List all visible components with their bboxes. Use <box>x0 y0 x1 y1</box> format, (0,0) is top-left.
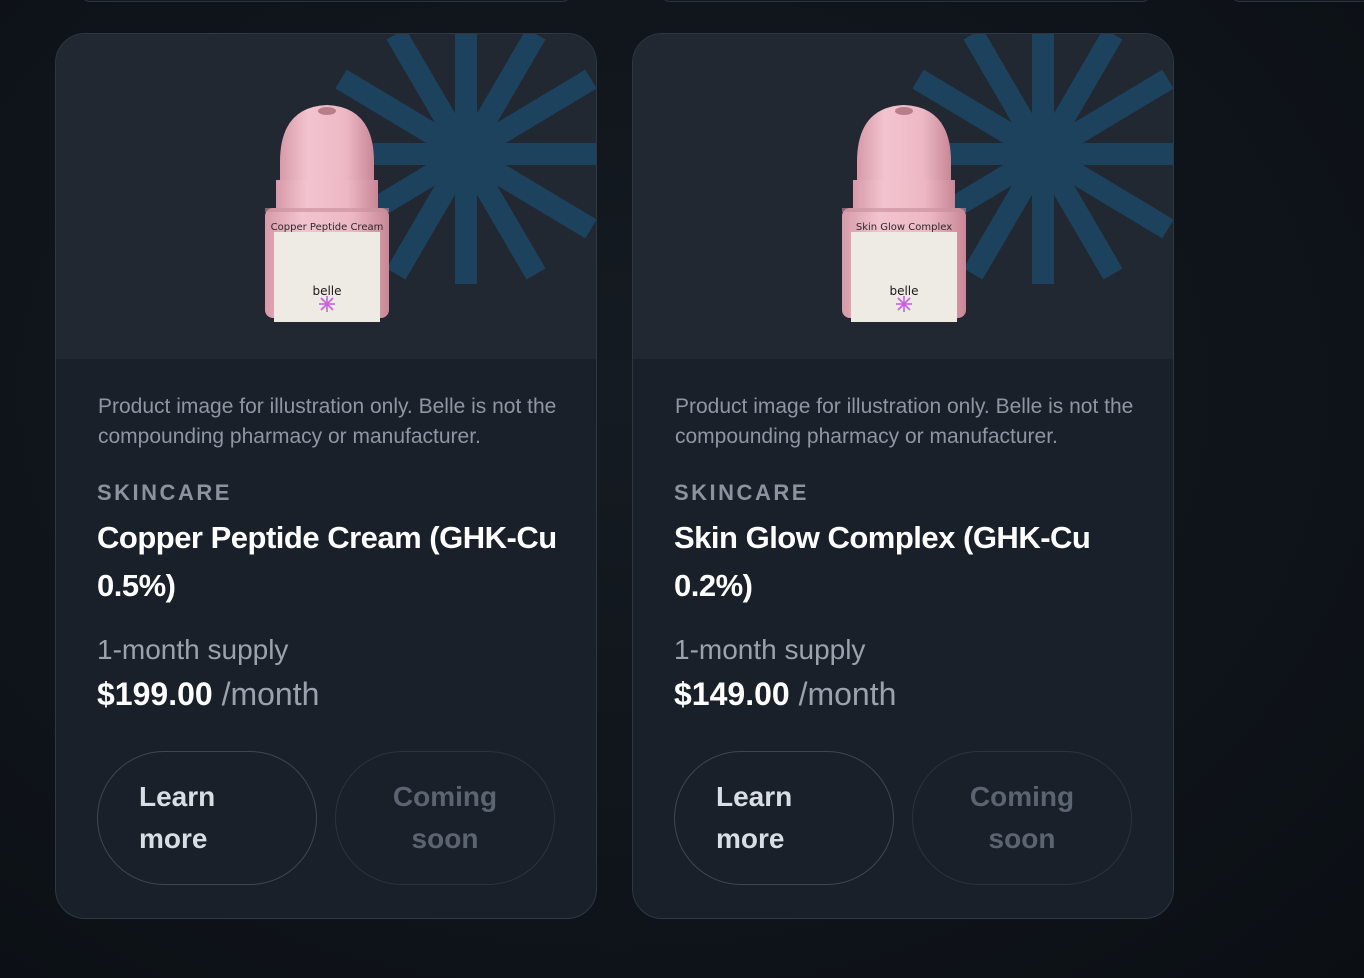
product-price-row: $199.00 /month <box>97 676 319 713</box>
coming-soon-label: Coming soon <box>969 781 1075 854</box>
product-card: Skin Glow Complex belle Product image fo… <box>632 33 1174 919</box>
product-supply: 1-month supply <box>674 634 866 665</box>
learn-more-label: Learn more <box>139 781 216 854</box>
learn-more-button[interactable]: Learn more <box>97 751 317 885</box>
asterisk-star-icon <box>319 296 335 312</box>
product-image: Skin Glow Complex belle <box>633 34 1173 359</box>
price-unit: /month <box>221 676 320 712</box>
product-title: Skin Glow Complex (GHK-Cu 0.2%) <box>674 520 1091 603</box>
jar-label-text: Copper Peptide Cream <box>270 222 384 233</box>
jar-brand-logo: belle <box>889 284 919 298</box>
coming-soon-button[interactable]: Coming soon <box>335 751 555 885</box>
jar-label-text: Skin Glow Complex <box>855 222 953 233</box>
previous-card-edge <box>80 0 572 2</box>
jar-brand-logo: belle <box>312 284 342 298</box>
image-disclaimer: Product image for illustration only. Bel… <box>98 395 557 448</box>
price-unit: /month <box>798 676 897 712</box>
learn-more-button[interactable]: Learn more <box>674 751 894 885</box>
previous-card-edge <box>1230 0 1364 2</box>
product-title: Copper Peptide Cream (GHK-Cu 0.5%) <box>97 520 557 603</box>
product-category: SKINCARE <box>97 480 232 505</box>
product-image: Copper Peptide Cream belle <box>56 34 596 359</box>
product-price: $149.00 <box>674 676 790 712</box>
product-price-row: $149.00 /month <box>674 676 896 713</box>
learn-more-label: Learn more <box>716 781 793 854</box>
image-disclaimer: Product image for illustration only. Bel… <box>675 395 1134 448</box>
product-price: $199.00 <box>97 676 213 712</box>
asterisk-star-icon <box>896 296 912 312</box>
product-card: Copper Peptide Cream belle Product image… <box>55 33 597 919</box>
coming-soon-button[interactable]: Coming soon <box>912 751 1132 885</box>
product-supply: 1-month supply <box>97 634 289 665</box>
previous-card-edge <box>660 0 1152 2</box>
coming-soon-label: Coming soon <box>392 781 498 854</box>
product-category: SKINCARE <box>674 480 809 505</box>
